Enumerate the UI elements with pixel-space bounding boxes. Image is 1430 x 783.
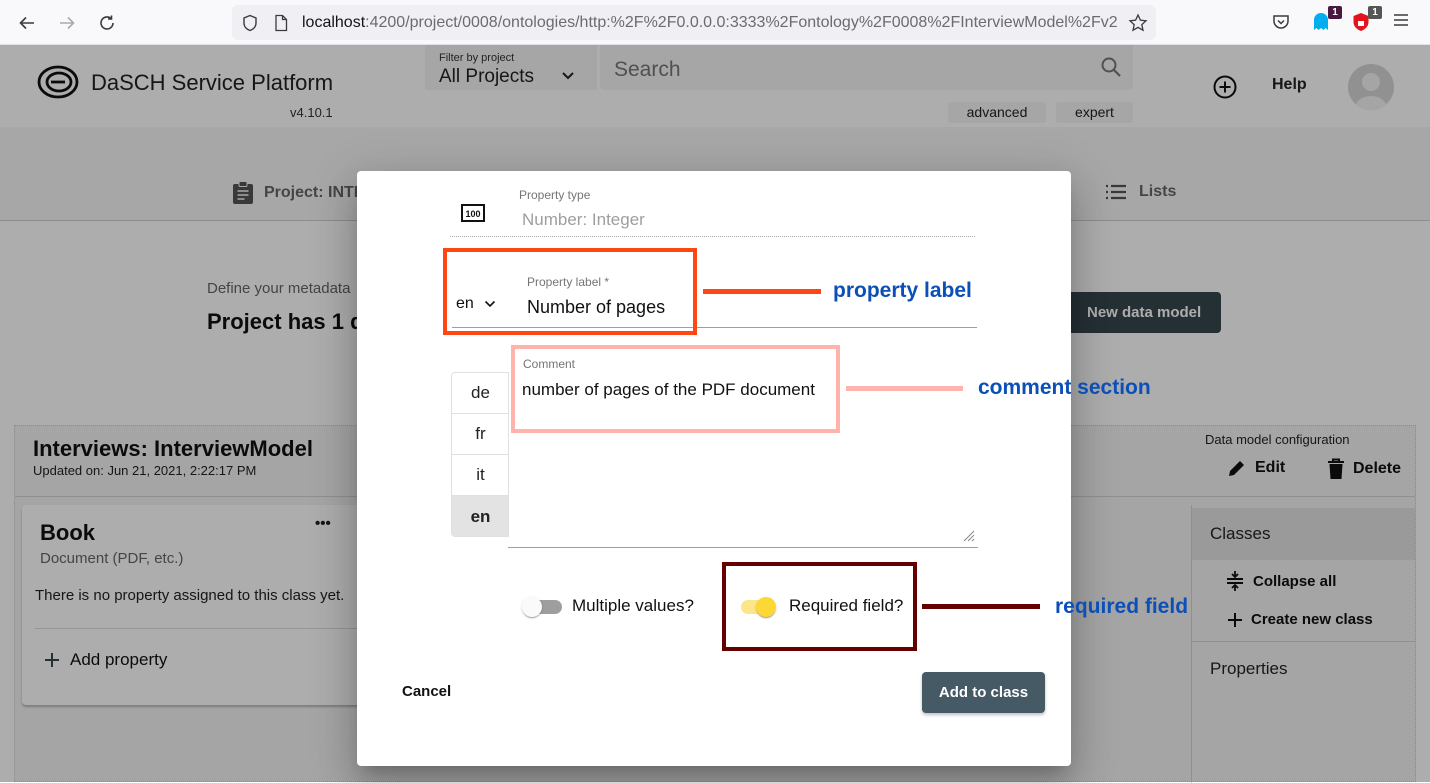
- toggle-thumb: [522, 597, 542, 617]
- ghostery-badge: 1: [1328, 6, 1342, 19]
- comment-lang-tab-en[interactable]: en: [452, 496, 508, 536]
- annotation-box-property-label: [443, 248, 697, 335]
- property-type-underline: [450, 236, 975, 237]
- resize-handle-icon[interactable]: [961, 528, 975, 542]
- property-type-label: Property type: [519, 188, 591, 202]
- comment-lang-tab-de[interactable]: de: [452, 373, 508, 414]
- shield-icon: [243, 14, 257, 32]
- arrow-right-icon: [60, 16, 75, 30]
- multiple-values-label: Multiple values?: [572, 596, 694, 615]
- url-path: :4200/project/0008/ontologies/http:%2F%2…: [365, 14, 1118, 31]
- multiple-values-toggle[interactable]: [522, 595, 564, 619]
- annotation-box-comment: [511, 345, 840, 433]
- bookmark-star-icon[interactable]: [1128, 13, 1148, 33]
- back-button[interactable]: [14, 10, 40, 36]
- reload-icon: [100, 15, 114, 30]
- annotation-text-comment: comment section: [978, 376, 1151, 399]
- annotation-line-required: [922, 604, 1040, 609]
- add-to-class-button[interactable]: Add to class: [922, 672, 1045, 713]
- hamburger-menu-icon: [1394, 14, 1408, 26]
- annotation-line-comment: [846, 386, 963, 391]
- app-menu-button[interactable]: [1393, 12, 1415, 34]
- annotation-line-property-label: [703, 289, 821, 294]
- url-host: localhost: [302, 14, 366, 31]
- reload-button[interactable]: [94, 10, 120, 36]
- page-icon: [275, 14, 288, 32]
- ublock-badge: 1: [1368, 6, 1382, 19]
- comment-language-tabs: de fr it en: [451, 372, 509, 537]
- property-type-value: Number: Integer: [522, 210, 645, 229]
- url-bar[interactable]: localhost:4200/project/0008/ontologies/h…: [232, 5, 1156, 40]
- browser-toolbar: localhost:4200/project/0008/ontologies/h…: [0, 0, 1430, 45]
- pocket-extension[interactable]: [1271, 12, 1293, 34]
- cancel-button[interactable]: Cancel: [402, 683, 451, 700]
- comment-underline: [508, 547, 978, 548]
- annotation-box-required: [722, 562, 917, 651]
- annotation-text-required: required field: [1055, 595, 1189, 618]
- svg-text:100: 100: [465, 209, 480, 219]
- url-text[interactable]: localhost:4200/project/0008/ontologies/h…: [302, 14, 1122, 32]
- comment-lang-tab-it[interactable]: it: [452, 455, 508, 496]
- comment-lang-tab-fr[interactable]: fr: [452, 414, 508, 455]
- ghostery-extension[interactable]: 1: [1312, 6, 1342, 34]
- integer-type-icon: 100: [461, 204, 485, 222]
- forward-button[interactable]: [54, 10, 80, 36]
- arrow-left-icon: [19, 16, 34, 30]
- ublock-extension[interactable]: 1: [1352, 6, 1382, 34]
- pocket-icon: [1273, 15, 1289, 29]
- annotation-text-property-label: property label: [833, 279, 972, 302]
